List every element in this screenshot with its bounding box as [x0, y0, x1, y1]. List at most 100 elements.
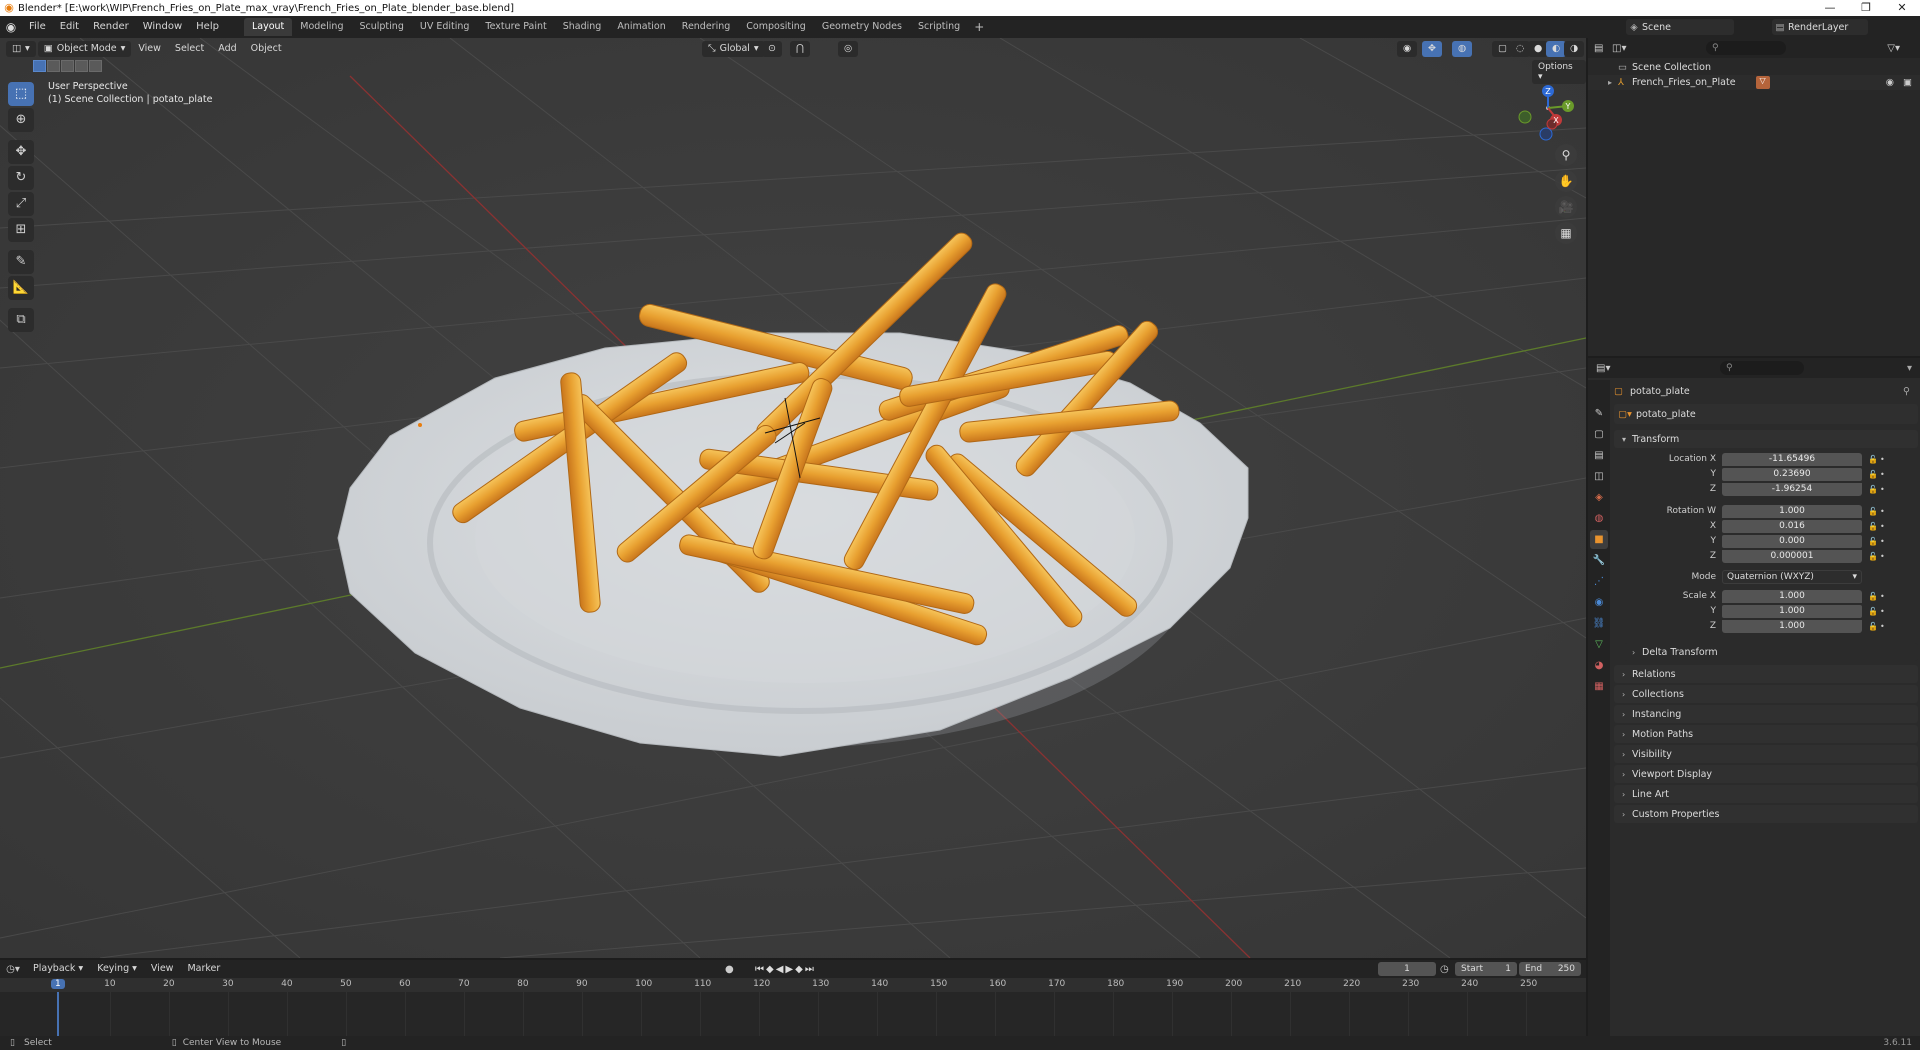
chevron-down-icon[interactable]: ▾ [1907, 363, 1912, 374]
play-icon[interactable]: ▶ [785, 964, 795, 975]
lock-icon[interactable]: 🔓 [1868, 485, 1880, 494]
menu-add[interactable]: Add [211, 38, 243, 60]
line-art-panel-header[interactable]: › Line Art [1614, 785, 1918, 803]
measure-icon[interactable]: 📐 [8, 276, 34, 300]
filter-icon[interactable]: ▽▾ [1887, 43, 1900, 54]
lock-icon[interactable]: 🔓 [1868, 470, 1880, 479]
scene-selector[interactable]: ◈ Scene [1626, 19, 1734, 35]
jump-start-icon[interactable]: ⏮ [755, 964, 766, 975]
location-z-field[interactable]: -1.96254 [1722, 482, 1862, 496]
gizmo-toggle[interactable]: ✥ [1422, 41, 1442, 57]
select-new-button[interactable] [33, 60, 46, 72]
motion-paths-panel-header[interactable]: › Motion Paths [1614, 725, 1918, 743]
keyframe-dot-icon[interactable]: • [1880, 485, 1888, 494]
menu-help[interactable]: Help [189, 16, 226, 38]
instancing-panel-header[interactable]: › Instancing [1614, 705, 1918, 723]
rotate-icon[interactable]: ↻ [8, 166, 34, 190]
snap-button[interactable]: ⋂ [790, 41, 810, 57]
3d-viewport[interactable]: Z Y X ◫ ▾ ▣ Object Mode ▾ View Select Add… [0, 38, 1586, 958]
tab-shading[interactable]: Shading [555, 18, 610, 36]
menu-file[interactable]: File [22, 16, 53, 38]
world-tab-icon[interactable]: ◍ [1590, 509, 1608, 528]
tab-animation[interactable]: Animation [609, 18, 673, 36]
zoom-icon[interactable]: ⚲ [1555, 144, 1577, 166]
properties-search-input[interactable]: ⚲ [1720, 361, 1804, 375]
add-cube-icon[interactable]: ⧉ [8, 308, 34, 332]
physics-tab-icon[interactable]: ◉ [1590, 593, 1608, 612]
keyframe-dot-icon[interactable]: • [1880, 470, 1888, 479]
lock-icon[interactable]: 🔓 [1868, 522, 1880, 531]
lock-icon[interactable]: 🔓 [1868, 592, 1880, 601]
collections-panel-header[interactable]: › Collections [1614, 685, 1918, 703]
menu-marker[interactable]: Marker [180, 958, 227, 980]
add-workspace-button[interactable]: + [968, 20, 990, 34]
play-reverse-icon[interactable]: ◀ [776, 964, 786, 975]
select-box-icon[interactable]: ⬚ [8, 82, 34, 106]
tool-tab-icon[interactable]: ✎ [1590, 404, 1608, 423]
lock-icon[interactable]: 🔓 [1868, 537, 1880, 546]
menu-render[interactable]: Render [86, 16, 136, 38]
tab-scripting[interactable]: Scripting [910, 18, 968, 36]
scale-y-field[interactable]: 1.000 [1722, 604, 1862, 618]
transform-icon[interactable]: ⊞ [8, 218, 34, 242]
keyframe-dot-icon[interactable]: • [1880, 607, 1888, 616]
select-intersect-button[interactable] [89, 60, 102, 72]
particles-tab-icon[interactable]: ⋰ [1590, 572, 1608, 591]
tab-texture-paint[interactable]: Texture Paint [477, 18, 554, 36]
shading-rendered-button[interactable]: ◑ [1564, 41, 1585, 57]
keyframe-dot-icon[interactable]: • [1880, 455, 1888, 464]
rotation-x-field[interactable]: 0.016 [1722, 519, 1862, 533]
menu-view[interactable]: View [144, 958, 181, 980]
output-tab-icon[interactable]: ▤ [1590, 446, 1608, 465]
tab-modeling[interactable]: Modeling [292, 18, 351, 36]
tab-compositing[interactable]: Compositing [738, 18, 814, 36]
mode-dropdown[interactable]: ▣ Object Mode ▾ [37, 41, 132, 57]
select-subtract-button[interactable] [61, 60, 74, 72]
tab-uv-editing[interactable]: UV Editing [412, 18, 478, 36]
tab-rendering[interactable]: Rendering [674, 18, 739, 36]
menu-keying[interactable]: Keying ▾ [90, 958, 144, 980]
menu-edit[interactable]: Edit [53, 16, 86, 38]
move-icon[interactable]: ✥ [8, 140, 34, 164]
pivot-button[interactable]: ⊙ [762, 41, 782, 57]
pan-hand-icon[interactable]: ✋ [1555, 170, 1577, 192]
menu-playback[interactable]: Playback ▾ [26, 958, 90, 980]
next-keyframe-icon[interactable]: ◆ [795, 964, 805, 975]
menu-select[interactable]: Select [168, 38, 211, 60]
menu-object[interactable]: Object [244, 38, 289, 60]
scale-icon[interactable]: ⤢ [8, 192, 34, 216]
constraints-tab-icon[interactable]: ⛓ [1590, 614, 1608, 633]
lock-icon[interactable]: 🔓 [1868, 622, 1880, 631]
relations-panel-header[interactable]: › Relations [1614, 665, 1918, 683]
menu-view[interactable]: View [131, 38, 168, 60]
record-button-icon[interactable]: ● [725, 964, 734, 975]
lock-icon[interactable]: 🔓 [1868, 507, 1880, 516]
start-frame-field[interactable]: Start 1 [1455, 962, 1517, 976]
annotate-icon[interactable]: ✎ [8, 250, 34, 274]
orientation-dropdown[interactable]: ⤡ Global ▾ [702, 41, 765, 57]
select-extend-button[interactable] [47, 60, 60, 72]
keyframe-dot-icon[interactable]: • [1880, 592, 1888, 601]
lock-icon[interactable]: 🔓 [1868, 455, 1880, 464]
data-tab-icon[interactable]: ▽ [1590, 635, 1608, 654]
transform-panel-header[interactable]: ▾ Transform [1614, 430, 1918, 448]
jump-end-icon[interactable]: ⏭ [805, 964, 816, 975]
ortho-grid-icon[interactable]: ▦ [1555, 222, 1577, 244]
keyframe-dot-icon[interactable]: • [1880, 552, 1888, 561]
timeline-editor-icon[interactable]: ◷▾ [0, 964, 26, 975]
material-tab-icon[interactable]: ◕ [1590, 656, 1608, 675]
visibility-panel-header[interactable]: › Visibility [1614, 745, 1918, 763]
cursor-icon[interactable]: ⊕ [8, 108, 34, 132]
render-tab-icon[interactable]: ▢ [1590, 425, 1608, 444]
visibility-button[interactable]: ◉ [1397, 41, 1418, 57]
proportional-edit-button[interactable]: ◎ [838, 41, 859, 57]
prev-keyframe-icon[interactable]: ◆ [766, 964, 776, 975]
outliner-search-input[interactable]: ⚲ [1706, 41, 1786, 55]
object-tab-icon[interactable]: ■ [1590, 530, 1608, 549]
lock-icon[interactable]: 🔓 [1868, 552, 1880, 561]
scene-tab-icon[interactable]: ◈ [1590, 488, 1608, 507]
timeline-track-area[interactable] [0, 992, 1586, 1036]
camera-icon[interactable]: ▣ [1903, 77, 1912, 88]
menu-window[interactable]: Window [136, 16, 189, 38]
texture-tab-icon[interactable]: ▦ [1590, 677, 1608, 696]
